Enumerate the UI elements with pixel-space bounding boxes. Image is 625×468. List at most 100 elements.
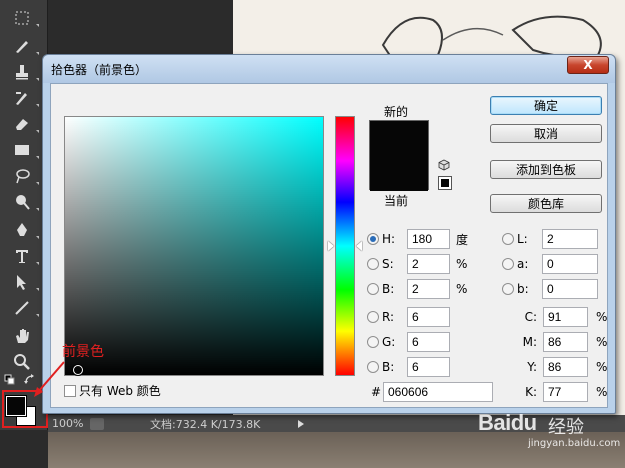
zoom-icon[interactable]: [11, 352, 33, 372]
brightness-input[interactable]: 2: [407, 279, 450, 299]
hue-slider-right-arrow-icon[interactable]: [356, 241, 362, 251]
red-input[interactable]: 6: [407, 307, 450, 327]
black-input[interactable]: 77: [543, 382, 588, 402]
lab-b-radio[interactable]: [502, 283, 514, 295]
hue-input[interactable]: 180: [407, 229, 450, 249]
current-color-swatch[interactable]: [370, 156, 428, 191]
lab-a-row: a: 0: [502, 254, 598, 274]
type-icon[interactable]: [11, 246, 39, 266]
brush-icon[interactable]: [11, 36, 39, 56]
red-radio[interactable]: [367, 311, 379, 323]
color-preview: [369, 120, 429, 191]
brightness-radio[interactable]: [367, 283, 379, 295]
hand-icon[interactable]: [11, 326, 33, 346]
cancel-button[interactable]: 取消: [490, 124, 602, 143]
black-unit: %: [596, 385, 608, 399]
blue-radio[interactable]: [367, 361, 379, 373]
new-color-label: 新的: [384, 105, 409, 119]
brightness-label: B:: [382, 282, 395, 296]
hue-slider-left-arrow-icon[interactable]: [328, 241, 334, 251]
lab-l-row: L: 2: [502, 229, 598, 249]
dodge-icon[interactable]: [11, 192, 39, 212]
status-bar: 100% 文档:732.4 K/173.8K: [48, 415, 625, 432]
hue-slider[interactable]: [335, 116, 355, 376]
dialog-body: 只有 Web 颜色 新的 当前 确定 取消 添加到色板 颜色库 H: 180 度…: [50, 83, 608, 408]
saturation-label: S:: [382, 257, 394, 271]
baidu-watermark-brand: Baidu: [478, 410, 537, 435]
dialog-titlebar[interactable]: 拾色器（前景色） X: [43, 55, 615, 83]
status-menu-arrow-icon[interactable]: [298, 419, 305, 428]
lab-b-input[interactable]: 0: [542, 279, 598, 299]
lab-l-label: L:: [517, 232, 528, 246]
hue-radio[interactable]: [367, 233, 379, 245]
green-row: G: 6: [367, 332, 450, 352]
yellow-input[interactable]: 86: [543, 357, 588, 377]
path-select-icon[interactable]: [11, 272, 39, 292]
add-to-swatches-button[interactable]: 添加到色板: [490, 160, 602, 179]
yellow-label: Y:: [527, 360, 537, 374]
line-icon[interactable]: [11, 298, 39, 318]
swap-colors-icon[interactable]: [24, 374, 36, 386]
hex-input[interactable]: 060606: [383, 382, 493, 402]
lab-b-label: b:: [517, 282, 529, 296]
color-picker-dialog: 拾色器（前景色） X 只有 Web 颜色 新的 当前 确定 取消 添加到色板 颜…: [42, 54, 616, 414]
red-label: R:: [382, 310, 395, 324]
hue-label: H:: [382, 232, 396, 246]
status-info-icon[interactable]: [90, 417, 104, 430]
cyan-unit: %: [596, 310, 608, 324]
lab-b-row: b: 0: [502, 279, 598, 299]
green-radio[interactable]: [367, 336, 379, 348]
web-colors-label: 只有 Web 颜色: [79, 384, 161, 398]
current-color-label: 当前: [384, 194, 409, 208]
brightness-unit: %: [456, 282, 468, 296]
saturation-row: S: 2 %: [367, 254, 467, 274]
tools-panel: [0, 0, 48, 430]
hue-row: H: 180 度: [367, 229, 468, 249]
cyan-row: C: 91 %: [507, 307, 607, 327]
dialog-title: 拾色器（前景色）: [51, 63, 148, 77]
close-button[interactable]: X: [567, 56, 609, 74]
magenta-input[interactable]: 86: [543, 332, 588, 352]
black-label: K:: [525, 385, 537, 399]
new-color-swatch: [370, 121, 428, 156]
hue-unit: 度: [456, 232, 469, 247]
default-colors-icon[interactable]: [4, 374, 16, 386]
pen-icon[interactable]: [11, 220, 39, 240]
green-input[interactable]: 6: [407, 332, 450, 352]
saturation-input[interactable]: 2: [407, 254, 450, 274]
magenta-label: M:: [522, 335, 537, 349]
zoom-level[interactable]: 100%: [52, 417, 90, 430]
baidu-watermark-url: jingyan.baidu.com: [528, 438, 621, 449]
web-safe-swatch[interactable]: [438, 176, 452, 190]
saturation-radio[interactable]: [367, 258, 379, 270]
history-brush-icon[interactable]: [11, 88, 39, 108]
yellow-row: Y: 86 %: [507, 357, 607, 377]
lab-l-input[interactable]: 2: [542, 229, 598, 249]
rectangle-icon[interactable]: [11, 140, 39, 160]
lab-a-radio[interactable]: [502, 258, 514, 270]
marquee-icon[interactable]: [11, 8, 39, 28]
color-field[interactable]: [64, 116, 324, 376]
doc-info: 文档:732.4 K/173.8K: [150, 417, 261, 431]
color-field-marker[interactable]: [73, 365, 83, 375]
magenta-row: M: 86 %: [507, 332, 607, 352]
lab-l-radio[interactable]: [502, 233, 514, 245]
yellow-unit: %: [596, 360, 608, 374]
eraser-icon[interactable]: [11, 114, 39, 134]
out-of-web-gamut-cube-icon[interactable]: [438, 159, 450, 171]
color-libraries-button[interactable]: 颜色库: [490, 194, 602, 213]
cyan-label: C:: [524, 310, 537, 324]
web-colors-only[interactable]: 只有 Web 颜色: [64, 382, 161, 399]
black-row: K: 77 %: [507, 382, 607, 402]
cyan-input[interactable]: 91: [543, 307, 588, 327]
lasso-icon[interactable]: [11, 166, 39, 186]
blue-label: B:: [382, 360, 395, 374]
brightness-row: B: 2 %: [367, 279, 467, 299]
stamp-icon[interactable]: [11, 62, 39, 82]
web-colors-checkbox[interactable]: [64, 384, 76, 397]
green-label: G:: [382, 335, 396, 349]
hex-row: # 060606: [371, 382, 493, 402]
lab-a-input[interactable]: 0: [542, 254, 598, 274]
blue-input[interactable]: 6: [407, 357, 450, 377]
ok-button[interactable]: 确定: [490, 96, 602, 115]
